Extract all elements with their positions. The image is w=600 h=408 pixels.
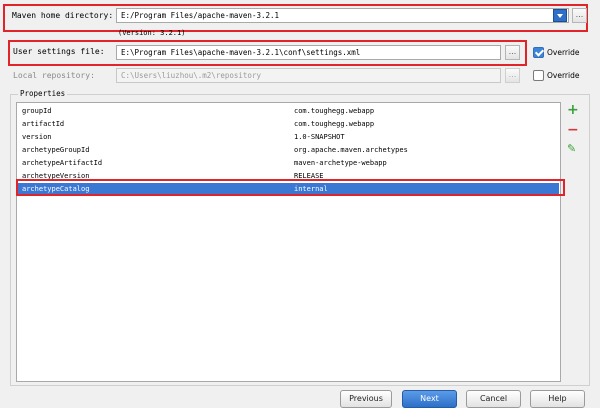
previous-button[interactable]: Previous <box>340 390 392 408</box>
property-key: archetypeGroupId <box>22 146 90 154</box>
property-value: com.toughegg.webapp <box>294 107 375 115</box>
edit-property-icon[interactable]: ✎ <box>567 142 576 155</box>
help-button[interactable]: Help <box>530 390 585 408</box>
user-settings-field[interactable]: E:\Program Files\apache-maven-3.2.1\conf… <box>116 45 501 60</box>
user-settings-override-checkbox[interactable] <box>533 47 544 58</box>
property-key: groupId <box>22 107 52 115</box>
property-value: 1.0-SNAPSHOT <box>294 133 345 141</box>
local-repo-override-checkbox[interactable] <box>533 70 544 81</box>
local-repo-field: C:\Users\liuzhou\.m2\repository <box>116 68 501 83</box>
archetype-catalog-highlight <box>16 179 565 196</box>
property-row[interactable]: archetypeArtifactId maven-archetype-weba… <box>18 157 559 170</box>
maven-home-browse-button[interactable]: ... <box>572 8 587 23</box>
property-key: version <box>22 133 52 141</box>
property-key: archetypeArtifactId <box>22 159 103 167</box>
maven-version-note: (Version: 3.2.1) <box>118 29 186 37</box>
add-property-icon[interactable]: + <box>567 102 579 118</box>
maven-home-label: Maven home directory: <box>12 11 114 20</box>
user-settings-label: User settings file: <box>13 47 105 56</box>
maven-home-combobox[interactable]: E:/Program Files/apache-maven-3.2.1 <box>116 8 569 23</box>
property-value: org.apache.maven.archetypes <box>294 146 408 154</box>
user-settings-browse-button[interactable]: ... <box>505 45 520 60</box>
cancel-button[interactable]: Cancel <box>466 390 521 408</box>
local-repo-override-label: Override <box>547 71 580 80</box>
user-settings-override-label: Override <box>547 48 580 57</box>
remove-property-icon[interactable]: − <box>567 122 579 138</box>
property-row[interactable]: groupId com.toughegg.webapp <box>18 105 559 118</box>
property-row[interactable]: archetypeGroupId org.apache.maven.archet… <box>18 144 559 157</box>
property-row[interactable]: artifactId com.toughegg.webapp <box>18 118 559 131</box>
next-button[interactable]: Next <box>402 390 457 408</box>
property-row[interactable]: version 1.0-SNAPSHOT <box>18 131 559 144</box>
properties-table[interactable]: groupId com.toughegg.webapp artifactId c… <box>16 102 561 382</box>
property-key: artifactId <box>22 120 65 128</box>
property-value: com.toughegg.webapp <box>294 120 375 128</box>
maven-home-dropdown-icon[interactable] <box>553 9 567 22</box>
local-repo-label: Local repository: <box>13 71 95 80</box>
properties-title: Properties <box>18 89 68 98</box>
property-value: maven-archetype-webapp <box>294 159 387 167</box>
local-repo-browse-button: ... <box>505 68 520 83</box>
